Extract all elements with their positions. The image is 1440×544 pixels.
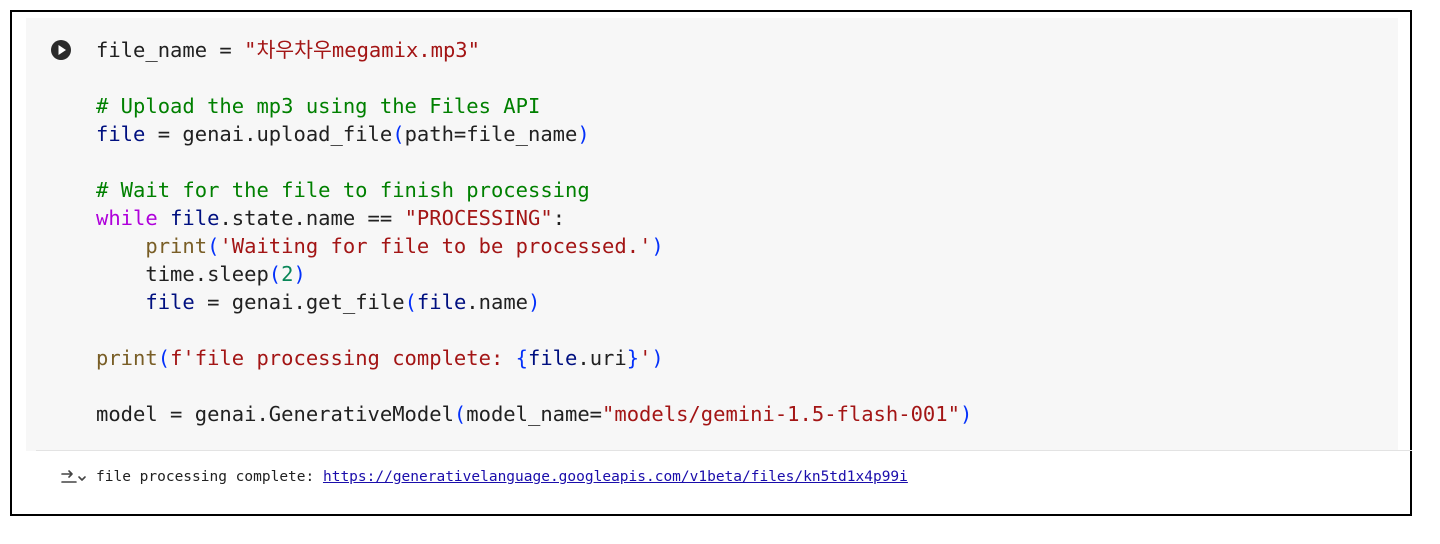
code-token: ): [528, 290, 541, 314]
code-token: = genai.get_file: [194, 290, 405, 314]
output-divider: [36, 450, 1412, 451]
cell-output: file processing complete: https://genera…: [96, 466, 908, 488]
code-token: (: [392, 122, 405, 146]
code-token: while: [96, 206, 158, 230]
code-token: .name: [466, 290, 529, 314]
code-token: print: [145, 234, 208, 258]
code-line: # Upload the mp3 using the Files API: [96, 92, 972, 120]
code-token: file: [145, 290, 195, 314]
output-text: file processing complete:: [96, 469, 323, 485]
play-circle-icon: [58, 45, 66, 55]
code-token: model = genai.GenerativeModel: [96, 402, 454, 426]
code-token: file: [527, 346, 578, 370]
output-link[interactable]: https://generativelanguage.googleapis.co…: [323, 469, 908, 485]
code-token: print: [96, 346, 158, 370]
code-token: ): [293, 262, 306, 286]
code-token: # Wait for the file to finish processing: [96, 178, 590, 202]
code-token: ': [639, 346, 652, 370]
code-line: model = genai.GenerativeModel(model_name…: [96, 400, 972, 428]
code-token: }: [626, 346, 640, 370]
code-line: print('Waiting for file to be processed.…: [96, 232, 972, 260]
code-token: ): [651, 346, 664, 370]
code-token: :: [552, 206, 566, 230]
code-token: path=file_name: [404, 122, 578, 146]
code-token: time.sleep: [96, 262, 269, 286]
code-token: model_name=: [466, 402, 603, 426]
code-editor[interactable]: file_name = "차우차우megamix.mp3" # Upload t…: [96, 36, 972, 428]
code-token: .uri: [577, 346, 627, 370]
code-token: "models/gemini-1.5-flash-001": [602, 402, 960, 426]
code-token: ): [959, 402, 973, 426]
code-token: # Upload the mp3 using the Files API: [96, 94, 541, 118]
code-token: file: [416, 290, 467, 314]
code-token: file_name =: [96, 38, 245, 62]
code-token: "차우차우megamix.mp3": [244, 38, 480, 62]
code-line: while file.state.name == "PROCESSING":: [96, 204, 972, 232]
code-token: (: [157, 346, 171, 370]
code-token: {: [515, 346, 528, 370]
code-token: ): [577, 122, 590, 146]
output-collapse-icon[interactable]: [60, 469, 88, 487]
code-token: (: [404, 290, 417, 314]
code-token: = genai.upload_file: [145, 122, 393, 146]
code-token: (: [207, 234, 220, 258]
code-token: file: [96, 122, 146, 146]
code-line: print(f'file processing complete: {file.…: [96, 344, 972, 372]
run-cell-button[interactable]: [51, 40, 71, 60]
code-line: file_name = "차우차우megamix.mp3": [96, 36, 972, 64]
code-line: file = genai.upload_file(path=file_name): [96, 120, 972, 148]
code-token: .state.name ==: [219, 206, 405, 230]
code-line: time.sleep(2): [96, 260, 972, 288]
code-token: (: [268, 262, 282, 286]
code-token: "PROCESSING": [404, 206, 553, 230]
code-line: # Wait for the file to finish processing: [96, 176, 972, 204]
code-token: 'Waiting for file to be processed.': [219, 234, 652, 258]
code-line: file = genai.get_file(file.name): [96, 288, 972, 316]
code-token: f'file processing complete:: [170, 346, 516, 370]
code-token: 2: [281, 262, 294, 286]
code-token: (: [453, 402, 467, 426]
code-token: ): [651, 234, 664, 258]
code-token: file: [170, 206, 220, 230]
